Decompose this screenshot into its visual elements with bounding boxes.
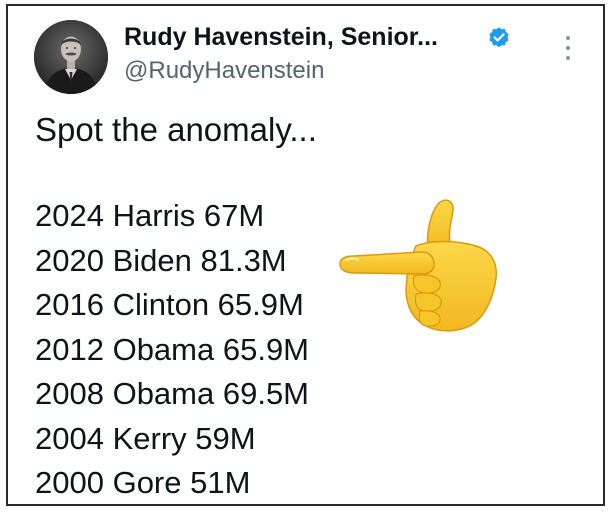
tweet-line: 2024 Harris 67M (35, 198, 265, 233)
pointing-hand-emoji-icon (339, 199, 498, 332)
more-dot-top (566, 36, 570, 40)
avatar-portrait-image (34, 20, 108, 94)
more-options-icon[interactable] (556, 32, 580, 64)
tweet-line: 2016 Clinton 65.9M (35, 287, 304, 322)
tweet-line: 2012 Obama 65.9M (35, 331, 310, 367)
tweet-intro-text: Spot the anomaly... (35, 111, 317, 148)
tweet-card: Rudy Havenstein, Senior... @RudyHavenste… (6, 4, 605, 506)
tweet-line: 2004 Kerry 59M (35, 420, 256, 456)
author-display-name[interactable]: Rudy Havenstein, Senior... (124, 22, 438, 52)
avatar[interactable] (34, 20, 108, 94)
more-dot-middle (566, 46, 570, 50)
author-handle[interactable]: @RudyHavenstein (124, 57, 324, 85)
tweet-line: 2000 Gore 51M (35, 465, 251, 500)
more-dot-bottom (566, 56, 570, 60)
tweet-line: 2020 Biden 81.3M (35, 242, 287, 278)
verified-badge-icon (489, 27, 509, 48)
tweet-vote-list: 2024 Harris 67M 2020 Biden 81.3M 2016 Cl… (35, 194, 310, 504)
tweet-line: 2008 Obama 69.5M (35, 376, 310, 411)
